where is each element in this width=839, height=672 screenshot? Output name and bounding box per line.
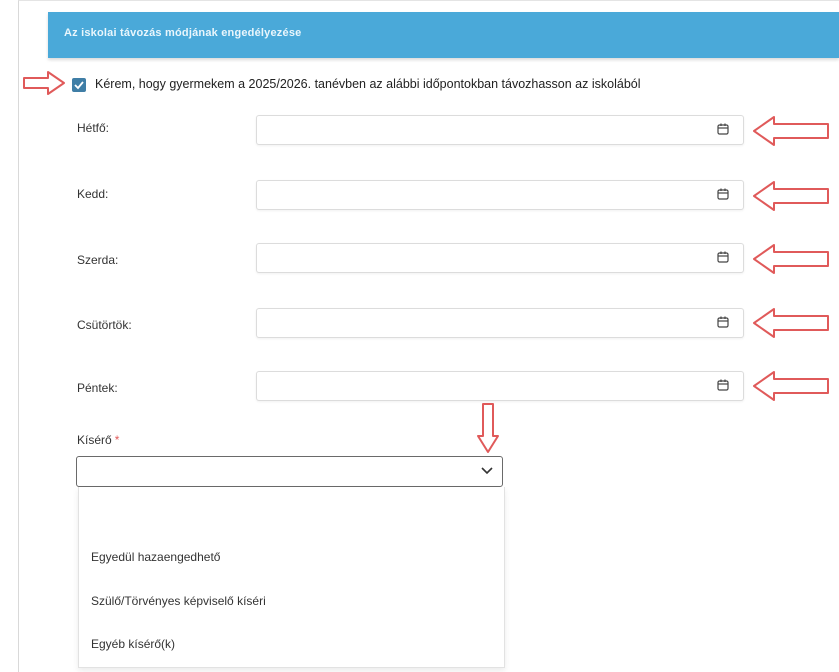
calendar-icon[interactable]	[717, 188, 729, 200]
consent-checkbox[interactable]	[72, 78, 86, 92]
friday-label: Péntek:	[77, 381, 118, 395]
thursday-label: Csütörtök:	[77, 318, 132, 332]
section-header: Az iskolai távozás módjának engedélyezés…	[48, 12, 839, 58]
arrow-annotation-icon	[753, 244, 829, 274]
escort-option-parent[interactable]: Szülő/Törvényes képviselő kíséri	[91, 594, 266, 608]
arrow-annotation-icon	[753, 308, 829, 338]
calendar-icon[interactable]	[717, 316, 729, 328]
escort-option-other[interactable]: Egyéb kísérő(k)	[91, 637, 175, 651]
escort-select[interactable]	[76, 456, 503, 487]
arrow-annotation-icon	[23, 71, 65, 95]
tuesday-time-input[interactable]	[256, 180, 744, 210]
calendar-icon[interactable]	[717, 379, 729, 391]
consent-label: Kérem, hogy gyermekem a 2025/2026. tanév…	[95, 77, 641, 91]
section-title: Az iskolai távozás módjának engedélyezés…	[64, 27, 302, 39]
arrow-annotation-icon	[753, 371, 829, 401]
escort-label-text: Kísérő	[77, 433, 112, 447]
wednesday-time-input[interactable]	[256, 243, 744, 273]
chevron-down-icon[interactable]	[481, 467, 493, 475]
arrow-annotation-icon	[753, 181, 829, 211]
thursday-time-input[interactable]	[256, 308, 744, 338]
required-marker: *	[114, 433, 120, 447]
arrow-annotation-icon	[477, 403, 499, 453]
friday-time-input[interactable]	[256, 371, 744, 401]
calendar-icon[interactable]	[717, 251, 729, 263]
monday-time-input[interactable]	[256, 115, 744, 145]
tuesday-label: Kedd:	[77, 187, 109, 201]
wednesday-label: Szerda:	[77, 253, 119, 267]
calendar-icon[interactable]	[717, 123, 729, 135]
escort-dropdown-menu: Egyedül hazaengedhető Szülő/Törvényes ké…	[78, 487, 505, 668]
arrow-annotation-icon	[753, 116, 829, 146]
monday-label: Hétfő:	[77, 121, 110, 135]
escort-option-alone[interactable]: Egyedül hazaengedhető	[91, 550, 220, 564]
escort-label: Kísérő *	[77, 433, 119, 447]
